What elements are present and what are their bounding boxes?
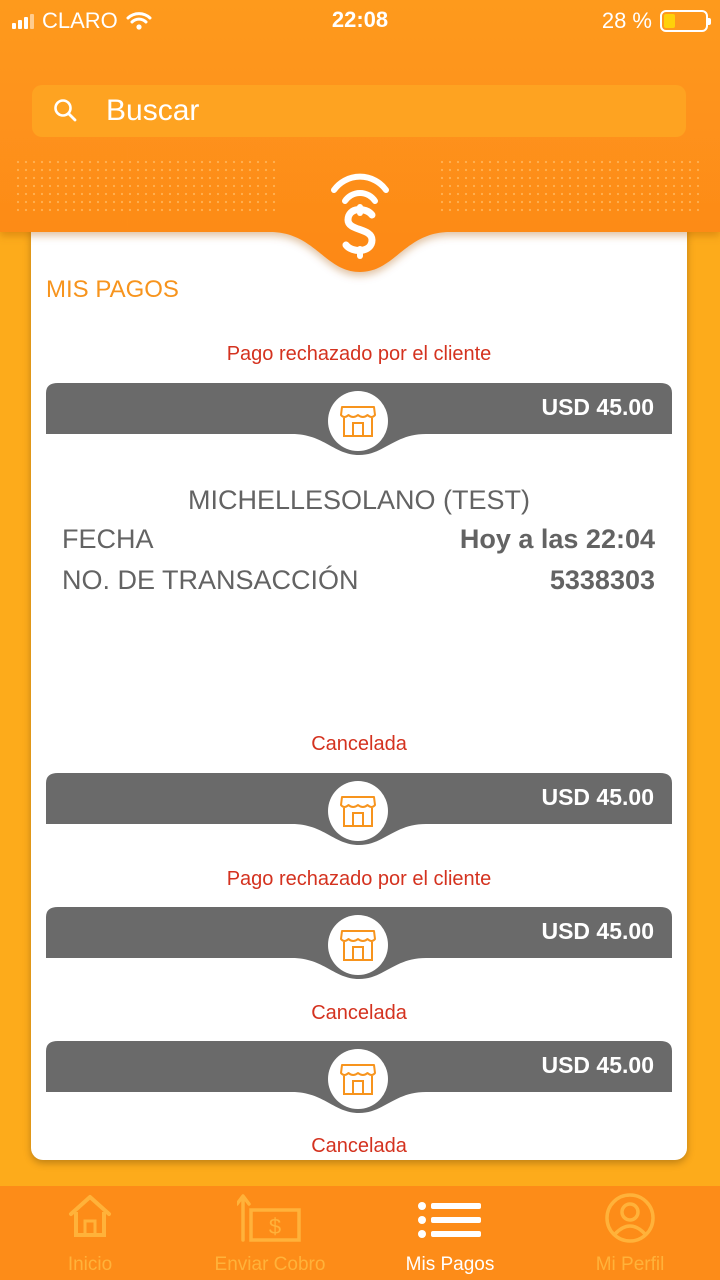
- nav-label: Mis Pagos: [405, 1254, 495, 1275]
- home-icon: [69, 1195, 111, 1237]
- search-icon: [54, 99, 77, 122]
- profile-icon: [605, 1193, 655, 1243]
- app-header: CLARO 22:08 28 % Buscar: [0, 0, 720, 300]
- payment-status: Cancelada: [311, 733, 407, 755]
- payment-bar[interactable]: USD 45.00: [46, 1041, 672, 1116]
- date-row: FECHA Hoy a las 22:04: [62, 524, 655, 555]
- nav-mis-pagos[interactable]: Mis Pagos: [360, 1186, 540, 1280]
- payer-name: MICHELLESOLANO (TEST): [187, 485, 531, 515]
- payment-bar[interactable]: USD 45.00: [46, 907, 672, 982]
- svg-text:$: $: [269, 1214, 281, 1239]
- list-icon: [418, 1202, 481, 1238]
- payment-amount: USD 45.00: [541, 1052, 654, 1078]
- nav-mi-perfil[interactable]: Mi Perfil: [540, 1186, 720, 1280]
- payment-status: Pago rechazado por el cliente: [226, 868, 492, 890]
- payment-amount: USD 45.00: [541, 918, 654, 944]
- search-placeholder: Buscar: [106, 94, 200, 127]
- app-logo-icon: [331, 173, 389, 259]
- store-icon: [328, 1049, 388, 1109]
- nav-label: Inicio: [67, 1254, 113, 1275]
- transaction-label: NO. DE TRANSACCIÓN: [62, 565, 359, 595]
- payment-status: Cancelada: [311, 1135, 407, 1157]
- transaction-value: 5338303: [549, 565, 655, 595]
- store-icon: [328, 915, 388, 975]
- payment-amount: USD 45.00: [541, 784, 654, 810]
- payment-status: Cancelada: [311, 1002, 407, 1024]
- nav-enviar-cobro[interactable]: $ Enviar Cobro: [180, 1186, 360, 1280]
- nav-label: Mi Perfil: [595, 1254, 665, 1275]
- nav-label: Enviar Cobro: [214, 1254, 326, 1275]
- transaction-row: NO. DE TRANSACCIÓN 5338303: [62, 565, 655, 596]
- date-label: FECHA: [62, 524, 154, 554]
- bottom-nav: Inicio $ Enviar Cobro Mis Pagos Mi Perfi…: [0, 1186, 720, 1280]
- nav-inicio[interactable]: Inicio: [0, 1186, 180, 1280]
- battery-icon: [660, 10, 711, 32]
- search-input[interactable]: Buscar: [32, 85, 686, 137]
- battery-percent: 28 %: [601, 8, 652, 33]
- payment-bar[interactable]: USD 45.00: [46, 773, 672, 848]
- status-bar: CLARO 22:08 28 %: [0, 0, 720, 40]
- payment-status: Pago rechazado por el cliente: [226, 343, 492, 365]
- payment-amount: USD 45.00: [541, 394, 654, 420]
- send-charge-icon: $: [237, 1194, 301, 1242]
- payment-bar[interactable]: USD 45.00: [46, 383, 672, 458]
- store-icon: [328, 781, 388, 841]
- date-value: Hoy a las 22:04: [459, 524, 655, 554]
- store-icon: [328, 391, 388, 451]
- payments-card: MIS PAGOS Pago rechazado por el cliente …: [31, 200, 687, 1160]
